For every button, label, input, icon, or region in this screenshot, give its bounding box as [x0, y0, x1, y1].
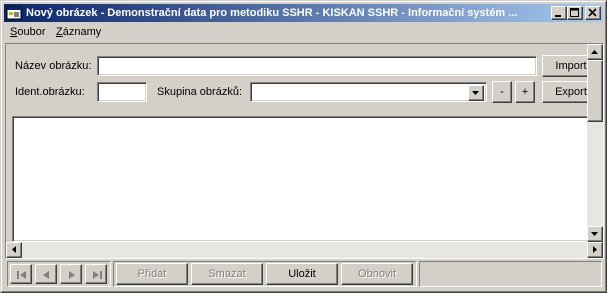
ident-input[interactable] [97, 82, 147, 102]
arrow-down-icon [591, 232, 598, 236]
first-record-icon [17, 271, 26, 279]
window: Nový obrázek - Demonstrační data pro met… [0, 0, 607, 293]
previous-record-button[interactable] [35, 264, 57, 284]
close-button[interactable] [585, 6, 601, 20]
arrow-left-icon [12, 246, 16, 253]
app-icon[interactable] [6, 5, 22, 21]
chevron-down-icon [472, 91, 479, 95]
group-add-button[interactable]: + [515, 81, 535, 103]
ident-label: Ident.obrázku: [15, 86, 85, 98]
add-button[interactable]: Přidat [116, 263, 188, 285]
group-remove-button[interactable]: - [492, 81, 512, 103]
scroll-right-button[interactable] [587, 242, 603, 258]
action-buttons: Přidat Smazat Uložit Obnovit [113, 261, 417, 287]
menu-bar: Soubor Záznamy [4, 23, 603, 41]
export-button-label: Export [555, 86, 587, 98]
menu-zaznamy[interactable]: Záznamy [56, 26, 101, 38]
title-bar[interactable]: Nový obrázek - Demonstrační data pro met… [4, 4, 603, 22]
record-navigator [7, 261, 111, 287]
name-label: Název obrázku: [15, 60, 92, 72]
name-input[interactable] [97, 56, 537, 76]
delete-button-label: Smazat [208, 268, 246, 280]
group-remove-label: - [500, 86, 504, 98]
arrow-up-icon [591, 50, 598, 54]
group-dropdown-button[interactable] [468, 85, 484, 101]
content-area: Název obrázku: Import Ident.obrázku: Sku… [5, 43, 604, 259]
group-select[interactable] [250, 82, 487, 102]
group-label: Skupina obrázků: [157, 86, 242, 98]
scroll-left-button[interactable] [6, 242, 22, 258]
refresh-button[interactable]: Obnovit [341, 263, 413, 285]
previous-record-icon [43, 271, 49, 279]
scroll-down-button[interactable] [587, 226, 603, 242]
add-button-label: Přidat [137, 268, 167, 280]
delete-button[interactable]: Smazat [191, 263, 263, 285]
horizontal-scrollbar[interactable] [6, 242, 603, 258]
minimize-button[interactable] [551, 6, 567, 20]
save-button[interactable]: Uložit [266, 263, 338, 285]
maximize-icon [570, 8, 579, 17]
status-panel [419, 261, 602, 287]
bottom-toolbar: Přidat Smazat Uložit Obnovit [5, 260, 604, 290]
first-record-button[interactable] [10, 264, 32, 284]
last-record-button[interactable] [85, 264, 107, 284]
minimize-icon [555, 15, 561, 17]
arrow-right-icon [593, 246, 597, 253]
menu-soubor[interactable]: Soubor [10, 26, 45, 38]
save-button-label: Uložit [288, 268, 316, 280]
group-add-label: + [521, 86, 529, 98]
refresh-button-label: Obnovit [358, 268, 396, 280]
import-button-label: Import [555, 60, 587, 72]
next-record-button[interactable] [60, 264, 82, 284]
window-title: Nový obrázek - Demonstrační data pro met… [26, 7, 518, 19]
next-record-icon [69, 271, 75, 279]
scroll-thumb[interactable] [587, 60, 603, 122]
scroll-up-button[interactable] [587, 44, 603, 60]
image-canvas[interactable] [12, 116, 590, 242]
vertical-scrollbar[interactable] [587, 44, 603, 242]
maximize-button[interactable] [567, 6, 583, 20]
close-icon [588, 8, 597, 17]
last-record-icon [93, 271, 102, 279]
